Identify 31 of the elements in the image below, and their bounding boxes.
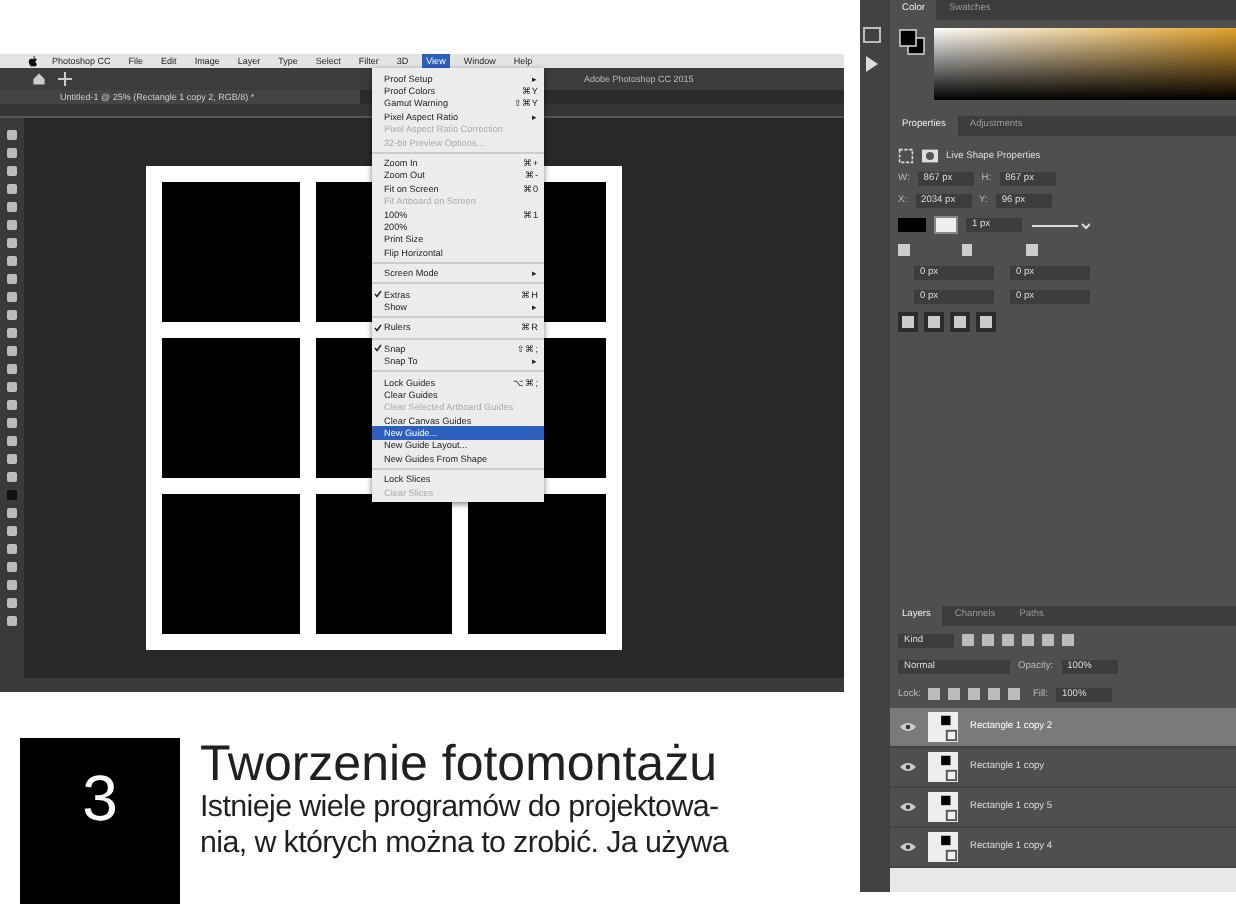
home-icon[interactable] — [32, 72, 46, 86]
layer-thumbnail — [928, 712, 958, 742]
path-operations-drawing[interactable] — [898, 312, 998, 332]
line-style-icon[interactable] — [1030, 219, 1090, 231]
mask-icon — [922, 148, 938, 164]
layer-thumbnail — [928, 832, 958, 862]
rectangle-shape — [162, 494, 300, 634]
article-heading: Tworzenie fotomontażu — [200, 738, 719, 791]
shape-icon — [898, 148, 914, 164]
eye-icon[interactable] — [900, 842, 916, 852]
checkmark-icon — [374, 290, 382, 299]
apple-icon[interactable] — [28, 55, 38, 67]
stroke-swatch[interactable] — [934, 216, 958, 234]
step-number: 3 — [20, 738, 180, 904]
checkmark-icon — [374, 344, 382, 353]
color-spectrum[interactable] — [934, 28, 1236, 100]
color-swatches-icon[interactable] — [898, 28, 926, 56]
checkmark-icon — [374, 323, 382, 332]
article-paragraph: Istnieje wiele programów do projektowa- nia, w których można to zrobić. Ja używa — [200, 790, 729, 864]
layer-thumbnail — [928, 792, 958, 822]
rectangle-shape — [468, 494, 606, 634]
lock-options-drawing[interactable] — [928, 686, 1025, 702]
layer-thumbnail — [928, 752, 958, 782]
rectangle-shape — [315, 494, 453, 634]
eye-icon[interactable] — [900, 722, 916, 732]
rectangle-shape — [162, 182, 300, 322]
rectangle-shape — [162, 338, 300, 478]
eye-icon[interactable] — [900, 762, 916, 772]
fill-swatch[interactable] — [898, 218, 926, 232]
eye-icon[interactable] — [900, 802, 916, 812]
move-tool-icon[interactable] — [58, 72, 72, 86]
